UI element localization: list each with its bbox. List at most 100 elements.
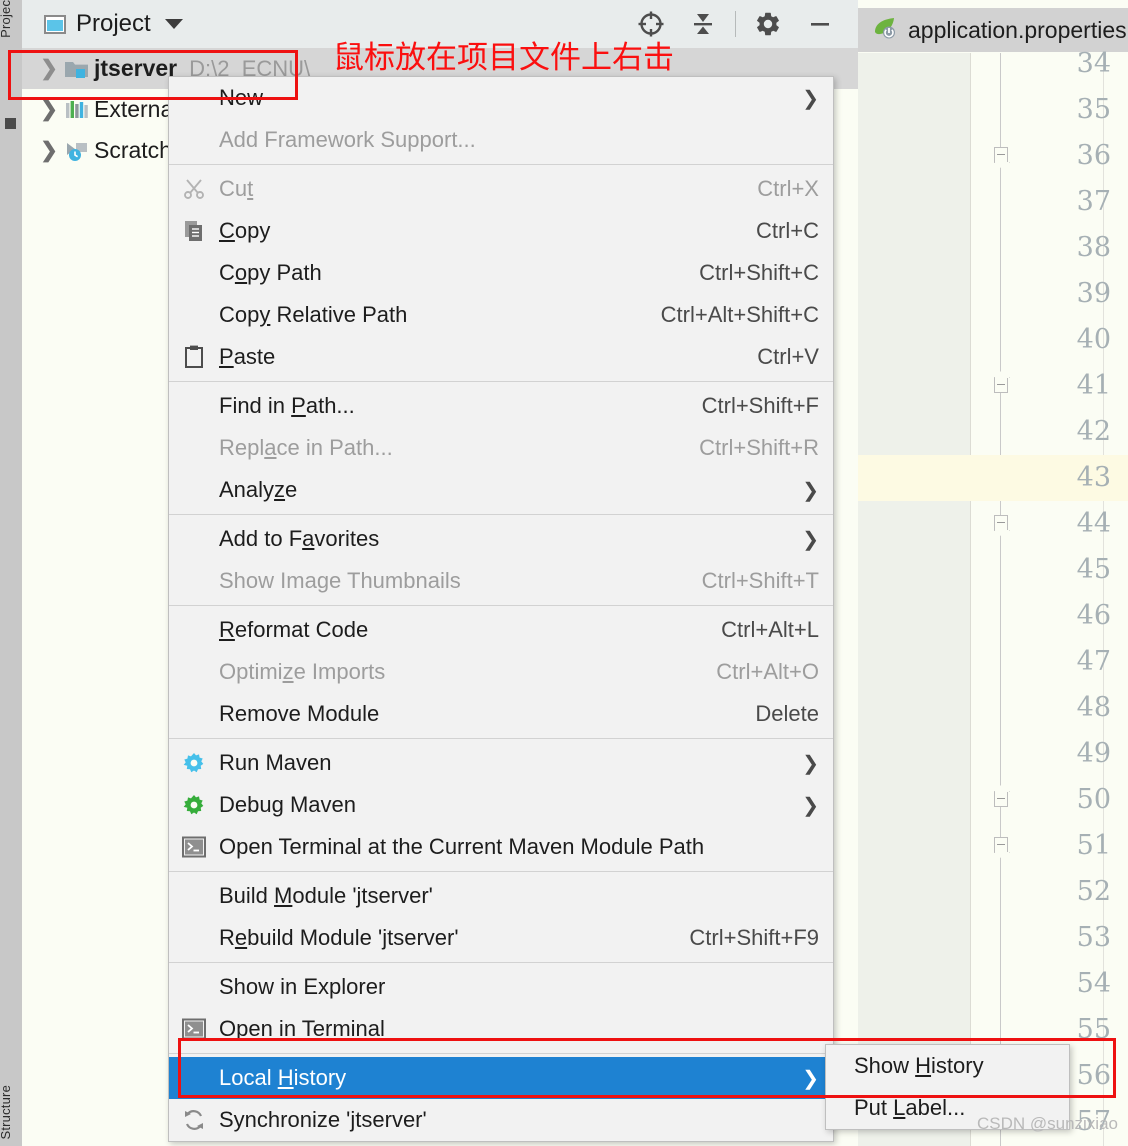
menu-item-paste[interactable]: Paste Ctrl+V — [169, 336, 833, 378]
editor-tab-label: application.properties — [908, 16, 1127, 43]
code-folding-column — [1000, 53, 1001, 1146]
menu-item-label: Copy Path — [219, 260, 322, 285]
menu-item-label: Show in Explorer — [219, 974, 386, 999]
editor-gutter[interactable] — [858, 53, 971, 1146]
line-number: 34 — [1076, 48, 1111, 79]
gear-icon[interactable] — [742, 4, 794, 44]
menu-item-new[interactable]: New ❯ — [169, 77, 833, 119]
menu-item-label: Synchronize 'jtserver' — [219, 1107, 427, 1132]
vertical-tab-structure[interactable]: Structure — [0, 1085, 22, 1140]
menu-item-label: Open Terminal at the Current Maven Modul… — [219, 834, 705, 859]
menu-item-label: Optimize Imports — [219, 659, 386, 684]
menu-item-label: Open in Terminal — [219, 1016, 385, 1041]
chevron-right-icon[interactable]: ❯ — [38, 140, 60, 161]
menu-item-label: Build Module 'jtserver' — [219, 883, 433, 908]
menu-item-add-framework-support: Add Framework Support... — [169, 119, 833, 161]
menu-item-add-to-favorites[interactable]: Add to Favorites ❯ — [169, 518, 833, 560]
line-number: 40 — [1076, 324, 1111, 355]
menu-item-find-in-path[interactable]: Find in Path... Ctrl+Shift+F — [169, 385, 833, 427]
strip-square-indicator — [5, 118, 16, 129]
menu-item-open-terminal-at-the-current-maven-module-path[interactable]: Open Terminal at the Current Maven Modul… — [169, 826, 833, 868]
chevron-right-icon: ❯ — [802, 1067, 819, 1090]
code-fold-marker[interactable] — [994, 147, 1008, 163]
menu-item-reformat-code[interactable]: Reformat Code Ctrl+Alt+L — [169, 609, 833, 651]
menu-item-run-maven[interactable]: Run Maven ❯ — [169, 742, 833, 784]
menu-item-copy[interactable]: Copy Ctrl+C — [169, 210, 833, 252]
minimize-icon[interactable] — [794, 4, 846, 44]
menu-item-label: Paste — [219, 344, 276, 369]
scratches-icon — [60, 140, 94, 162]
line-number: 52 — [1076, 876, 1111, 907]
menu-item-cut: Cut Ctrl+X — [169, 168, 833, 210]
menu-item-copy-path[interactable]: Copy Path Ctrl+Shift+C — [169, 252, 833, 294]
menu-item-label: Find in Path... — [219, 393, 355, 418]
toolbar-separator — [735, 11, 736, 37]
module-folder-icon — [60, 58, 94, 80]
menu-separator — [169, 871, 833, 872]
line-number: 49 — [1076, 738, 1111, 769]
line-number: 53 — [1076, 922, 1111, 953]
code-fold-marker[interactable] — [994, 377, 1008, 393]
line-number: 43 — [1076, 462, 1111, 493]
project-title: Project — [76, 10, 151, 37]
chevron-right-icon: ❯ — [802, 752, 819, 775]
menu-item-show-in-explorer[interactable]: Show in Explorer — [169, 966, 833, 1008]
menu-item-build-module-jtserver[interactable]: Build Module 'jtserver' — [169, 875, 833, 917]
line-number: 41 — [1076, 370, 1111, 401]
menu-separator — [169, 605, 833, 606]
line-number: 37 — [1076, 186, 1111, 217]
menu-item-open-in-terminal[interactable]: Open in Terminal — [169, 1008, 833, 1050]
menu-item-label: Run Maven — [219, 750, 332, 775]
menu-item-shortcut: Ctrl+Shift+T — [701, 568, 819, 593]
menu-item-label: Show Image Thumbnails — [219, 568, 461, 593]
left-tool-strip: Project Structure — [0, 0, 23, 1146]
menu-item-shortcut: Ctrl+Shift+F — [701, 393, 819, 418]
menu-item-copy-relative-path[interactable]: Copy Relative Path Ctrl+Alt+Shift+C — [169, 294, 833, 336]
line-number: 35 — [1076, 94, 1111, 125]
menu-item-optimize-imports: Optimize Imports Ctrl+Alt+O — [169, 651, 833, 693]
spring-leaf-icon — [872, 15, 900, 46]
menu-item-shortcut: Ctrl+Shift+R — [699, 435, 819, 460]
submenu-item-show-history[interactable]: Show History — [826, 1045, 1069, 1087]
menu-item-label: Add Framework Support... — [219, 127, 476, 152]
menu-item-replace-in-path: Replace in Path... Ctrl+Shift+R — [169, 427, 833, 469]
menu-item-label: Add to Favorites — [219, 526, 380, 551]
chevron-right-icon: ❯ — [802, 528, 819, 551]
menu-separator — [169, 164, 833, 165]
menu-item-analyze[interactable]: Analyze ❯ — [169, 469, 833, 511]
menu-item-shortcut: Ctrl+Alt+L — [721, 617, 819, 642]
chevron-right-icon[interactable]: ❯ — [38, 58, 60, 79]
tree-item-label: jtserver — [94, 55, 178, 81]
code-fold-marker[interactable] — [994, 515, 1008, 531]
context-menu[interactable]: New ❯ Add Framework Support... Cut Ctrl+X Cop… — [168, 76, 834, 1142]
chevron-right-icon[interactable]: ❯ — [38, 99, 60, 120]
chevron-down-icon[interactable] — [164, 19, 183, 29]
vertical-tab-project[interactable]: Project — [0, 0, 22, 38]
collapse-all-icon[interactable] — [677, 4, 729, 44]
line-number: 51 — [1076, 830, 1111, 861]
menu-item-shortcut: Ctrl+Shift+F9 — [689, 925, 819, 950]
libraries-icon — [60, 99, 94, 121]
menu-item-remove-module[interactable]: Remove Module Delete — [169, 693, 833, 735]
project-title-group[interactable]: Project — [22, 10, 183, 38]
line-number: 44 — [1076, 508, 1111, 539]
editor-area: application.properties 34 35 36 37 38 39 40 41 4… — [858, 0, 1128, 1146]
submenu-item-label: Show History — [854, 1053, 984, 1078]
chevron-right-icon: ❯ — [802, 794, 819, 817]
line-number: 36 — [1076, 140, 1111, 171]
line-number: 50 — [1076, 784, 1111, 815]
menu-separator — [169, 738, 833, 739]
menu-item-label: Rebuild Module 'jtserver' — [219, 925, 459, 950]
menu-item-synchronize-jtserver[interactable]: Synchronize 'jtserver' — [169, 1099, 833, 1141]
menu-item-rebuild-module-jtserver[interactable]: Rebuild Module 'jtserver' Ctrl+Shift+F9 — [169, 917, 833, 959]
line-number: 54 — [1076, 968, 1111, 999]
code-fold-marker[interactable] — [994, 791, 1008, 807]
menu-item-label: Reformat Code — [219, 617, 369, 642]
menu-item-debug-maven[interactable]: Debug Maven ❯ — [169, 784, 833, 826]
menu-item-label: Remove Module — [219, 701, 380, 726]
menu-item-local-history[interactable]: Local History ❯ — [169, 1057, 833, 1099]
menu-item-label: Local History — [219, 1065, 347, 1090]
watermark-text: CSDN @sunzixiao — [976, 1114, 1118, 1133]
menu-item-label: Analyze — [219, 477, 298, 502]
code-fold-marker[interactable] — [994, 837, 1008, 853]
